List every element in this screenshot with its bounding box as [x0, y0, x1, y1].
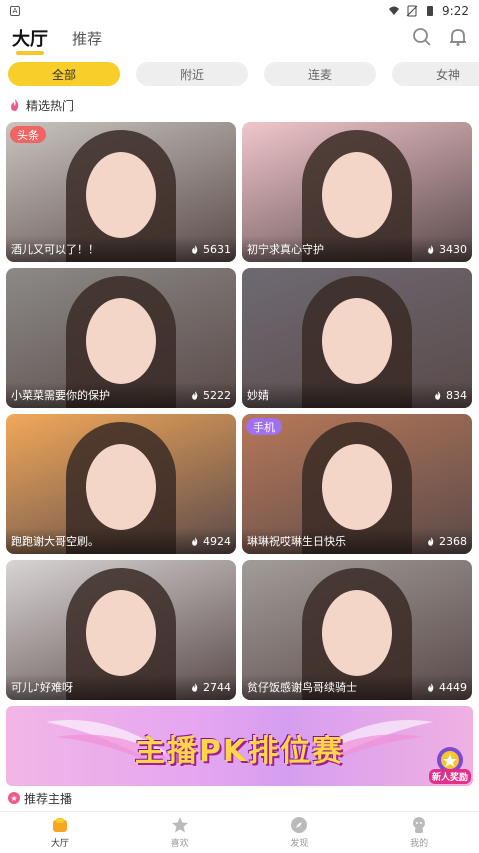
live-card[interactable]: 贫仔饭感谢鸟哥续骑士 4449 — [242, 560, 472, 700]
search-button[interactable] — [411, 26, 433, 48]
bell-icon — [450, 29, 466, 46]
card-caption: 妙婧 834 — [242, 382, 472, 408]
new-user-reward-label[interactable]: 新人奖励 — [428, 769, 471, 784]
card-title: 酒儿又可以了！！ — [11, 243, 99, 256]
card-title: 妙婧 — [247, 389, 269, 402]
card-heat-value: 2744 — [203, 680, 231, 694]
chip-goddess[interactable]: 女神 — [392, 62, 479, 86]
card-title: 可儿♪好难呀 — [11, 681, 74, 694]
card-title: 跑跑谢大哥空刷。 — [11, 535, 99, 548]
card-heat-value: 2368 — [439, 534, 467, 548]
card-heat-value: 5631 — [203, 242, 231, 256]
card-heat-value: 4449 — [439, 680, 467, 694]
status-time: 9:22 — [442, 4, 469, 18]
portrait-face — [86, 152, 156, 238]
live-card[interactable]: 小菜菜需要你的保护 5222 — [6, 268, 236, 408]
heat-icon — [192, 244, 198, 254]
pk-ranking-banner[interactable]: 主播PK排位赛 新人奖励 — [6, 706, 473, 786]
card-heat-value: 834 — [446, 388, 467, 402]
card-heat: 2744 — [190, 681, 231, 694]
star-icon — [171, 817, 188, 833]
heat-icon — [428, 682, 434, 692]
card-title: 小菜菜需要你的保护 — [11, 389, 110, 402]
card-title: 琳琳祝哎琳生日快乐 — [247, 535, 346, 548]
wifi-icon — [389, 6, 400, 15]
card-caption: 贫仔饭感谢鸟哥续骑士 4449 — [242, 674, 472, 700]
section-hot-title: 精选热门 — [26, 98, 75, 113]
card-badge: 头条 — [10, 126, 46, 143]
tab-hall[interactable]: 大厅 — [12, 25, 48, 55]
nav-profile[interactable]: 我的 — [359, 812, 479, 853]
notification-icon: A — [10, 6, 20, 16]
chip-nearby[interactable]: 附近 — [136, 62, 248, 86]
heat-icon — [435, 390, 441, 400]
heat-icon — [428, 244, 434, 254]
search-icon — [413, 28, 431, 46]
tab-recommend[interactable]: 推荐 — [72, 28, 102, 49]
card-caption: 小菜菜需要你的保护 5222 — [6, 382, 236, 408]
card-heat-value: 4924 — [203, 534, 231, 548]
flame-icon — [11, 99, 19, 111]
card-caption: 跑跑谢大哥空刷。 4924 — [6, 528, 236, 554]
nav-hall[interactable]: 大厅 — [0, 812, 120, 853]
battery-icon — [427, 6, 434, 16]
portrait-face — [322, 590, 392, 676]
card-heat: 5222 — [190, 389, 231, 402]
nav-like-label: 喜欢 — [170, 839, 189, 849]
nav-discover-label: 发现 — [290, 839, 309, 849]
portrait-face — [322, 298, 392, 384]
live-card[interactable]: 妙婧 834 — [242, 268, 472, 408]
card-heat: 5631 — [190, 243, 231, 256]
profile-icon — [413, 817, 426, 833]
nav-discover[interactable]: 发现 — [240, 812, 360, 853]
card-caption: 可儿♪好难呀 2744 — [6, 674, 236, 700]
heat-icon — [192, 390, 198, 400]
card-badge: 手机 — [246, 418, 282, 435]
card-heat-value: 5222 — [203, 388, 231, 402]
live-card[interactable]: 初宁求真心守护 3430 — [242, 122, 472, 262]
card-title: 贫仔饭感谢鸟哥续骑士 — [247, 681, 357, 694]
card-heat: 834 — [433, 389, 467, 402]
card-heat: 2368 — [426, 535, 467, 548]
status-bar: A 9:22 — [0, 0, 479, 22]
notification-button[interactable] — [447, 26, 469, 48]
card-title: 初宁求真心守护 — [247, 243, 324, 256]
portrait-face — [322, 444, 392, 530]
card-caption: 琳琳祝哎琳生日快乐 2368 — [242, 528, 472, 554]
live-card[interactable]: 头条 酒儿又可以了！！ 5631 — [6, 122, 236, 262]
card-heat: 3430 — [426, 243, 467, 256]
portrait-face — [86, 444, 156, 530]
compass-icon — [291, 817, 308, 833]
card-caption: 酒儿又可以了！！ 5631 — [6, 236, 236, 262]
live-card[interactable]: 跑跑谢大哥空刷。 4924 — [6, 414, 236, 554]
nav-hall-label: 大厅 — [50, 839, 69, 849]
card-caption: 初宁求真心守护 3430 — [242, 236, 472, 262]
card-heat-value: 3430 — [439, 242, 467, 256]
chip-all[interactable]: 全部 — [8, 62, 120, 86]
top-nav: 大厅 推荐 — [0, 22, 479, 55]
bottom-nav: 大厅 喜欢 发现 我的 — [0, 811, 479, 853]
no-sim-icon — [406, 5, 418, 17]
heat-icon — [192, 536, 198, 546]
portrait-face — [86, 590, 156, 676]
section-rec-title: 推荐主播 — [24, 791, 73, 806]
chip-mic[interactable]: 连麦 — [264, 62, 376, 86]
card-heat: 4924 — [190, 535, 231, 548]
live-grid: 头条 酒儿又可以了！！ 5631 初宁求真心守护 3430 小菜菜需要你的保护 … — [0, 116, 479, 700]
section-hot-header: 精选热门 — [0, 94, 479, 116]
portrait-face — [86, 298, 156, 384]
star-badge-icon: ★ — [8, 792, 20, 804]
live-card[interactable]: 手机 琳琳祝哎琳生日快乐 2368 — [242, 414, 472, 554]
nav-like[interactable]: 喜欢 — [120, 812, 240, 853]
heat-icon — [192, 682, 198, 692]
filter-chips: 全部 附近 连麦 女神 — [0, 54, 479, 94]
live-card[interactable]: 可儿♪好难呀 2744 — [6, 560, 236, 700]
heat-icon — [428, 536, 434, 546]
card-heat: 4449 — [426, 681, 467, 694]
banner-title: 主播PK排位赛 — [134, 734, 345, 769]
portrait-face — [322, 152, 392, 238]
home-icon — [52, 818, 67, 832]
nav-profile-label: 我的 — [410, 839, 429, 849]
section-rec-header: ★ 推荐主播 — [0, 786, 479, 806]
